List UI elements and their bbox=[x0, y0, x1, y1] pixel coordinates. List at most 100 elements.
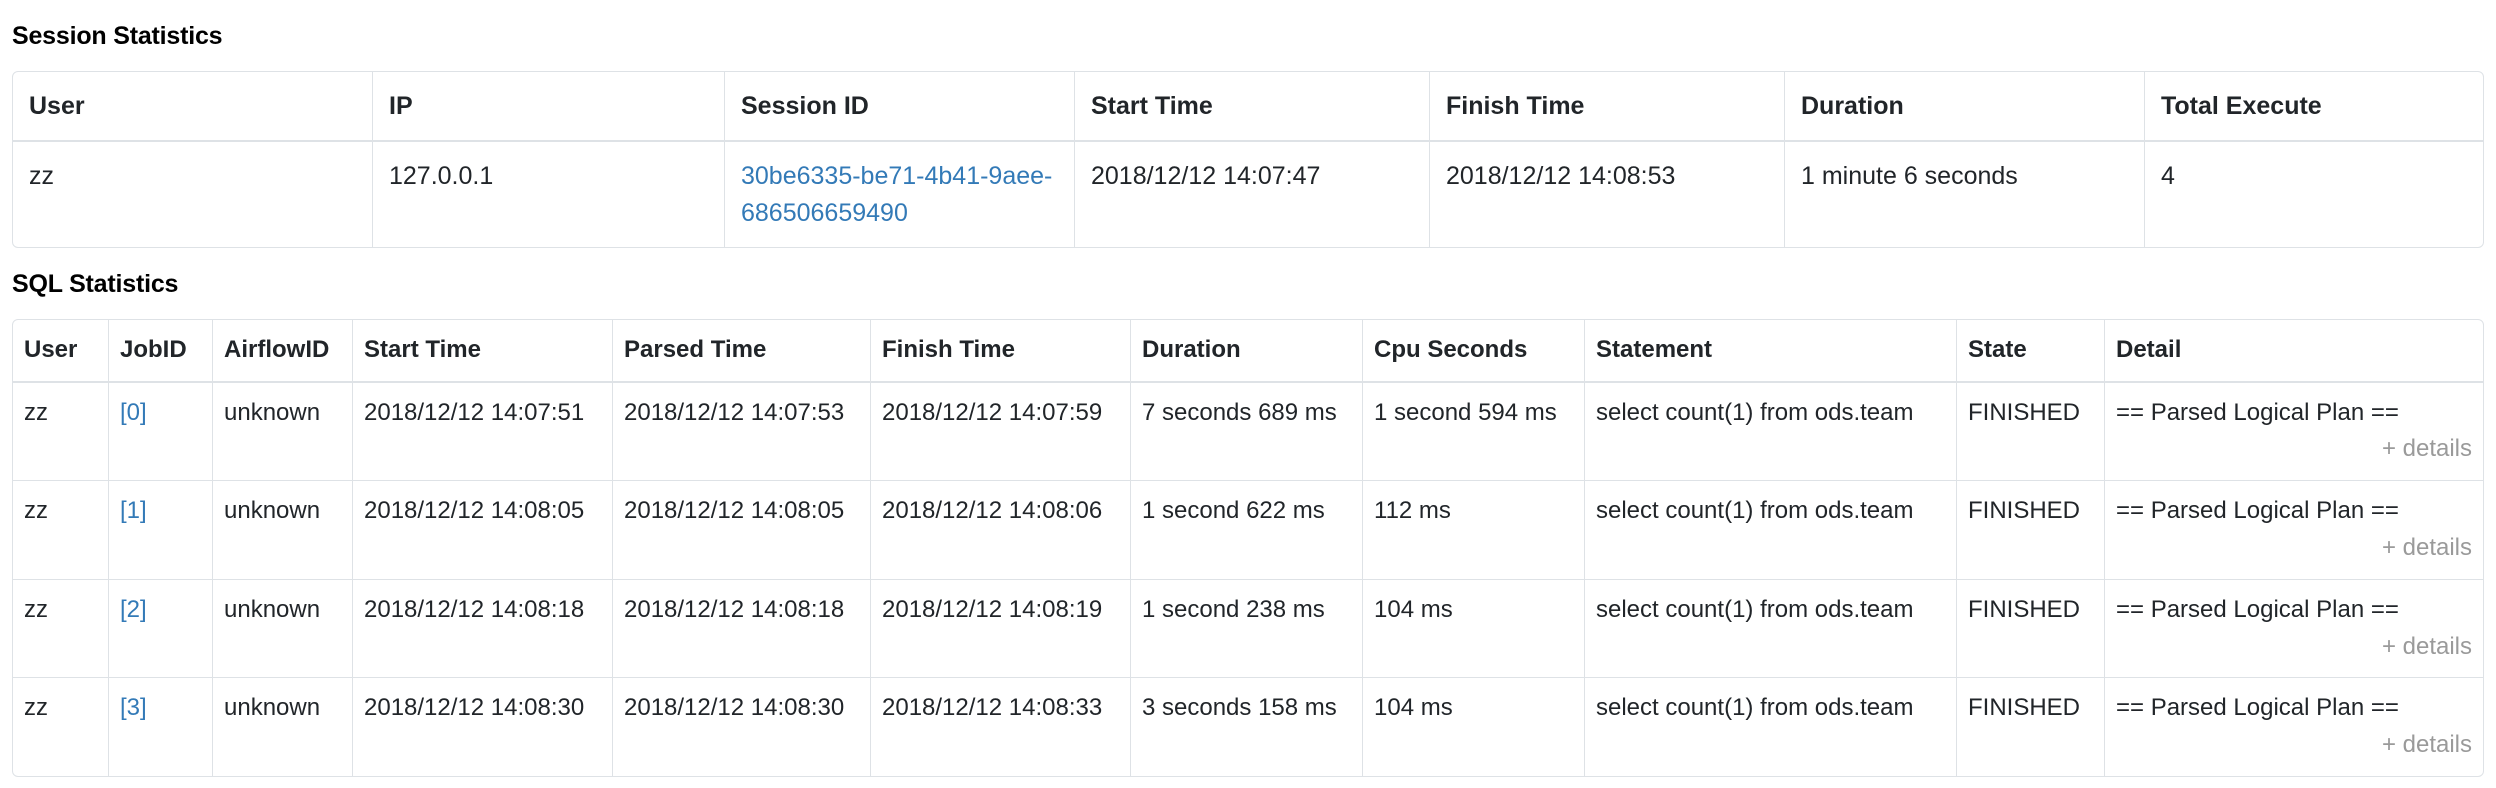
sql-col-finish-time: Finish Time bbox=[871, 320, 1131, 383]
session-col-finish-time: Finish Time bbox=[1430, 72, 1785, 142]
session-col-start-time: Start Time bbox=[1075, 72, 1430, 142]
session-statistics-title: Session Statistics bbox=[12, 0, 2484, 51]
sql-cell-finish-time: 2018/12/12 14:07:59 bbox=[871, 383, 1131, 482]
sql-col-statement: Statement bbox=[1585, 320, 1957, 383]
session-cell-total-execute: 4 bbox=[2145, 142, 2483, 247]
session-id-link[interactable]: 30be6335-be71-4b41-9aee-686506659490 bbox=[741, 162, 1052, 226]
sql-cell-start-time: 2018/12/12 14:07:51 bbox=[353, 383, 613, 482]
session-statistics-table-wrap: User IP Session ID Start Time Finish Tim… bbox=[12, 71, 2484, 248]
sql-cell-airflowid: unknown bbox=[213, 678, 353, 776]
sql-col-duration: Duration bbox=[1131, 320, 1363, 383]
sql-cell-statement: select count(1) from ods.team bbox=[1585, 481, 1957, 580]
session-col-user: User bbox=[13, 72, 373, 142]
sql-cell-statement: select count(1) from ods.team bbox=[1585, 580, 1957, 679]
sql-cell-finish-time: 2018/12/12 14:08:19 bbox=[871, 580, 1131, 679]
sql-cell-detail: == Parsed Logical Plan == + details bbox=[2105, 678, 2483, 776]
sql-cell-finish-time: 2018/12/12 14:08:33 bbox=[871, 678, 1131, 776]
sql-cell-user: zz bbox=[13, 481, 109, 580]
page-root: Session Statistics User IP Session ID St… bbox=[0, 0, 2496, 777]
sql-cell-cpu-seconds: 104 ms bbox=[1363, 580, 1585, 679]
sql-cell-start-time: 2018/12/12 14:08:30 bbox=[353, 678, 613, 776]
sql-cell-cpu-seconds: 1 second 594 ms bbox=[1363, 383, 1585, 482]
sql-cell-user: zz bbox=[13, 383, 109, 482]
sql-cell-cpu-seconds: 104 ms bbox=[1363, 678, 1585, 776]
detail-plan-text: == Parsed Logical Plan == bbox=[2116, 494, 2472, 529]
sql-table-body: zz [0] unknown 2018/12/12 14:07:51 2018/… bbox=[13, 383, 2483, 776]
sql-cell-airflowid: unknown bbox=[213, 580, 353, 679]
sql-cell-jobid: [2] bbox=[109, 580, 213, 679]
sql-cell-airflowid: unknown bbox=[213, 481, 353, 580]
job-id-link[interactable]: [0] bbox=[120, 399, 147, 426]
session-cell-user: zz bbox=[13, 142, 373, 247]
sql-cell-statement: select count(1) from ods.team bbox=[1585, 678, 1957, 776]
sql-col-state: State bbox=[1957, 320, 2105, 383]
sql-col-parsed-time: Parsed Time bbox=[613, 320, 871, 383]
sql-cell-user: zz bbox=[13, 678, 109, 776]
details-toggle[interactable]: + details bbox=[2116, 432, 2472, 467]
sql-col-user: User bbox=[13, 320, 109, 383]
sql-cell-jobid: [3] bbox=[109, 678, 213, 776]
table-row: zz [2] unknown 2018/12/12 14:08:18 2018/… bbox=[13, 580, 2483, 679]
table-row: zz [1] unknown 2018/12/12 14:08:05 2018/… bbox=[13, 481, 2483, 580]
detail-plan-text: == Parsed Logical Plan == bbox=[2116, 396, 2472, 431]
sql-cell-jobid: [0] bbox=[109, 383, 213, 482]
table-row: zz 127.0.0.1 30be6335-be71-4b41-9aee-686… bbox=[13, 142, 2483, 247]
sql-cell-detail: == Parsed Logical Plan == + details bbox=[2105, 383, 2483, 482]
sql-cell-state: FINISHED bbox=[1957, 678, 2105, 776]
sql-cell-state: FINISHED bbox=[1957, 580, 2105, 679]
sql-col-detail: Detail bbox=[2105, 320, 2483, 383]
job-id-link[interactable]: [3] bbox=[120, 694, 147, 721]
table-row: zz [0] unknown 2018/12/12 14:07:51 2018/… bbox=[13, 383, 2483, 482]
sql-cell-jobid: [1] bbox=[109, 481, 213, 580]
sql-header-row: User JobID AirflowID Start Time Parsed T… bbox=[13, 320, 2483, 383]
session-cell-finish-time: 2018/12/12 14:08:53 bbox=[1430, 142, 1785, 247]
sql-col-jobid: JobID bbox=[109, 320, 213, 383]
sql-cell-airflowid: unknown bbox=[213, 383, 353, 482]
details-toggle[interactable]: + details bbox=[2116, 531, 2472, 566]
sql-cell-finish-time: 2018/12/12 14:08:06 bbox=[871, 481, 1131, 580]
session-cell-session-id: 30be6335-be71-4b41-9aee-686506659490 bbox=[725, 142, 1075, 247]
sql-cell-start-time: 2018/12/12 14:08:05 bbox=[353, 481, 613, 580]
sql-statistics-table: User JobID AirflowID Start Time Parsed T… bbox=[12, 319, 2484, 777]
sql-cell-duration: 1 second 622 ms bbox=[1131, 481, 1363, 580]
details-toggle[interactable]: + details bbox=[2116, 630, 2472, 665]
table-row: zz [3] unknown 2018/12/12 14:08:30 2018/… bbox=[13, 678, 2483, 776]
sql-col-cpu-seconds: Cpu Seconds bbox=[1363, 320, 1585, 383]
sql-cell-cpu-seconds: 112 ms bbox=[1363, 481, 1585, 580]
sql-cell-parsed-time: 2018/12/12 14:08:05 bbox=[613, 481, 871, 580]
session-cell-start-time: 2018/12/12 14:07:47 bbox=[1075, 142, 1430, 247]
sql-cell-duration: 3 seconds 158 ms bbox=[1131, 678, 1363, 776]
sql-cell-start-time: 2018/12/12 14:08:18 bbox=[353, 580, 613, 679]
session-col-total-execute: Total Execute bbox=[2145, 72, 2483, 142]
sql-cell-detail: == Parsed Logical Plan == + details bbox=[2105, 580, 2483, 679]
session-cell-ip: 127.0.0.1 bbox=[373, 142, 725, 247]
sql-cell-user: zz bbox=[13, 580, 109, 679]
sql-cell-parsed-time: 2018/12/12 14:08:18 bbox=[613, 580, 871, 679]
sql-cell-duration: 1 second 238 ms bbox=[1131, 580, 1363, 679]
sql-cell-state: FINISHED bbox=[1957, 481, 2105, 580]
sql-cell-detail: == Parsed Logical Plan == + details bbox=[2105, 481, 2483, 580]
session-cell-duration: 1 minute 6 seconds bbox=[1785, 142, 2145, 247]
sql-cell-parsed-time: 2018/12/12 14:08:30 bbox=[613, 678, 871, 776]
sql-col-start-time: Start Time bbox=[353, 320, 613, 383]
session-col-duration: Duration bbox=[1785, 72, 2145, 142]
sql-cell-statement: select count(1) from ods.team bbox=[1585, 383, 1957, 482]
detail-plan-text: == Parsed Logical Plan == bbox=[2116, 593, 2472, 628]
sql-cell-state: FINISHED bbox=[1957, 383, 2105, 482]
session-table-head: User IP Session ID Start Time Finish Tim… bbox=[13, 72, 2483, 142]
session-col-session-id: Session ID bbox=[725, 72, 1075, 142]
sql-cell-duration: 7 seconds 689 ms bbox=[1131, 383, 1363, 482]
sql-col-airflowid: AirflowID bbox=[213, 320, 353, 383]
detail-plan-text: == Parsed Logical Plan == bbox=[2116, 691, 2472, 726]
sql-statistics-table-wrap: User JobID AirflowID Start Time Parsed T… bbox=[12, 319, 2484, 777]
sql-table-head: User JobID AirflowID Start Time Parsed T… bbox=[13, 320, 2483, 383]
details-toggle[interactable]: + details bbox=[2116, 728, 2472, 763]
sql-statistics-title: SQL Statistics bbox=[12, 248, 2484, 299]
job-id-link[interactable]: [2] bbox=[120, 596, 147, 623]
session-table-body: zz 127.0.0.1 30be6335-be71-4b41-9aee-686… bbox=[13, 142, 2483, 247]
sql-cell-parsed-time: 2018/12/12 14:07:53 bbox=[613, 383, 871, 482]
job-id-link[interactable]: [1] bbox=[120, 497, 147, 524]
session-header-row: User IP Session ID Start Time Finish Tim… bbox=[13, 72, 2483, 142]
session-col-ip: IP bbox=[373, 72, 725, 142]
session-statistics-table: User IP Session ID Start Time Finish Tim… bbox=[12, 71, 2484, 248]
